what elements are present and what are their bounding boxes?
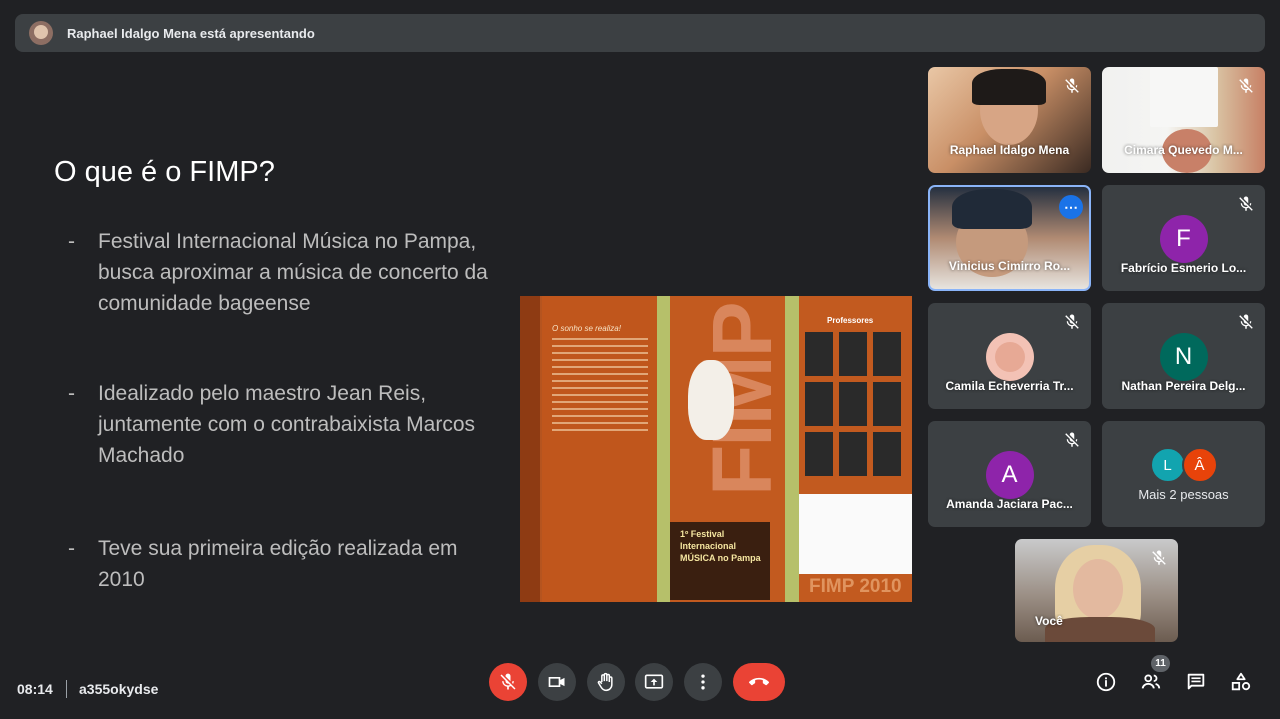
more-options-button[interactable]	[684, 663, 722, 701]
participant-tile-speaking[interactable]: ⋯ Vinicius Cimirro Ro...	[928, 185, 1091, 291]
participant-avatar: L	[1149, 447, 1186, 483]
participant-tile[interactable]: N Nathan Pereira Delg...	[1102, 303, 1265, 409]
fimp-poster-image: O sonho se realiza! FIMP 1º Festival Int…	[520, 296, 912, 602]
poster-panel-left: O sonho se realiza!	[542, 296, 657, 602]
violin-illustration	[688, 360, 734, 440]
poster-festival-box: 1º Festival Internacional MÚSICA no Pamp…	[670, 522, 770, 600]
participant-tile[interactable]: Cimara Quevedo M...	[1102, 67, 1265, 173]
present-now-button[interactable]	[635, 663, 673, 701]
participant-count-badge: 11	[1151, 655, 1170, 672]
participant-name: Nathan Pereira Delg...	[1121, 379, 1246, 393]
participant-avatar: A	[985, 451, 1034, 499]
participant-photo-avatar	[985, 333, 1034, 381]
divider	[66, 680, 67, 698]
people-icon	[1141, 674, 1161, 689]
participant-tile[interactable]: A Amanda Jaciara Pac...	[928, 421, 1091, 527]
mic-off-icon	[1065, 314, 1079, 329]
meeting-time: 08:14	[17, 681, 53, 697]
more-participants-avatars: L Â	[1149, 447, 1218, 483]
participant-name: Raphael Idalgo Mena	[949, 143, 1070, 157]
meeting-code: a355okydse	[79, 681, 159, 697]
self-view-tile[interactable]: Você	[1015, 539, 1178, 642]
presenter-avatar	[29, 21, 53, 45]
activities-shapes-icon	[1231, 672, 1251, 691]
present-screen-icon	[644, 674, 664, 689]
hang-up-icon	[749, 677, 769, 686]
more-options-icon[interactable]: ⋯	[1059, 195, 1083, 219]
hand-icon	[597, 672, 613, 692]
video-camera-icon	[548, 677, 565, 687]
mic-off-icon	[1065, 78, 1079, 93]
slide-bullet: - Festival Internacional Música no Pampa…	[68, 230, 488, 315]
more-participants-label: Mais 2 pessoas	[1138, 487, 1229, 502]
participant-avatar: F	[1159, 215, 1208, 263]
professor-photos	[805, 332, 901, 476]
poster-panel-right: Professores FIMP 2010	[799, 296, 912, 602]
chat-icon	[1187, 673, 1205, 690]
participant-tile[interactable]: F Fabrício Esmerio Lo...	[1102, 185, 1265, 291]
participants-button[interactable]	[1139, 670, 1163, 694]
participant-tile[interactable]: Raphael Idalgo Mena	[928, 67, 1091, 173]
participant-avatar: Â	[1181, 447, 1218, 483]
participant-avatar: N	[1159, 333, 1208, 381]
slide-title: O que é o FIMP?	[54, 156, 275, 188]
presenting-banner: Raphael Idalgo Mena está apresentando	[15, 14, 1265, 52]
more-vert-icon	[701, 674, 705, 690]
slide-bullet: - Teve sua primeira edição realizada em …	[68, 537, 458, 591]
mic-off-icon	[1065, 432, 1079, 447]
raise-hand-button[interactable]	[587, 663, 625, 701]
participant-name: Cimara Quevedo M...	[1124, 143, 1243, 157]
participant-name: Vinicius Cimirro Ro...	[948, 259, 1071, 273]
participant-tile[interactable]: Camila Echeverria Tr...	[928, 303, 1091, 409]
mic-off-icon	[1239, 196, 1253, 211]
activities-button[interactable]	[1229, 670, 1253, 694]
control-bar: 08:14 a355okydse	[0, 659, 1280, 719]
more-participants-tile[interactable]: L Â Mais 2 pessoas	[1102, 421, 1265, 527]
mic-off-icon	[1152, 550, 1166, 565]
info-icon	[1096, 672, 1116, 692]
mic-off-icon	[500, 673, 516, 690]
slide-bullet: - Idealizado pelo maestro Jean Reis, jun…	[68, 382, 476, 467]
participant-name: Fabrício Esmerio Lo...	[1120, 261, 1247, 275]
meeting-details-button[interactable]	[1094, 670, 1118, 694]
presenting-text: Raphael Idalgo Mena está apresentando	[67, 25, 315, 41]
poster-spine	[520, 296, 540, 602]
mic-off-icon	[1239, 314, 1253, 329]
participant-name: Amanda Jaciara Pac...	[946, 497, 1073, 511]
camera-toggle-button[interactable]	[538, 663, 576, 701]
microphone-toggle-button[interactable]	[489, 663, 527, 701]
participant-name: Camila Echeverria Tr...	[945, 379, 1074, 393]
mic-off-icon	[1239, 78, 1253, 93]
chat-button[interactable]	[1184, 670, 1208, 694]
leave-call-button[interactable]	[733, 663, 785, 701]
participant-name: Você	[1035, 614, 1063, 628]
